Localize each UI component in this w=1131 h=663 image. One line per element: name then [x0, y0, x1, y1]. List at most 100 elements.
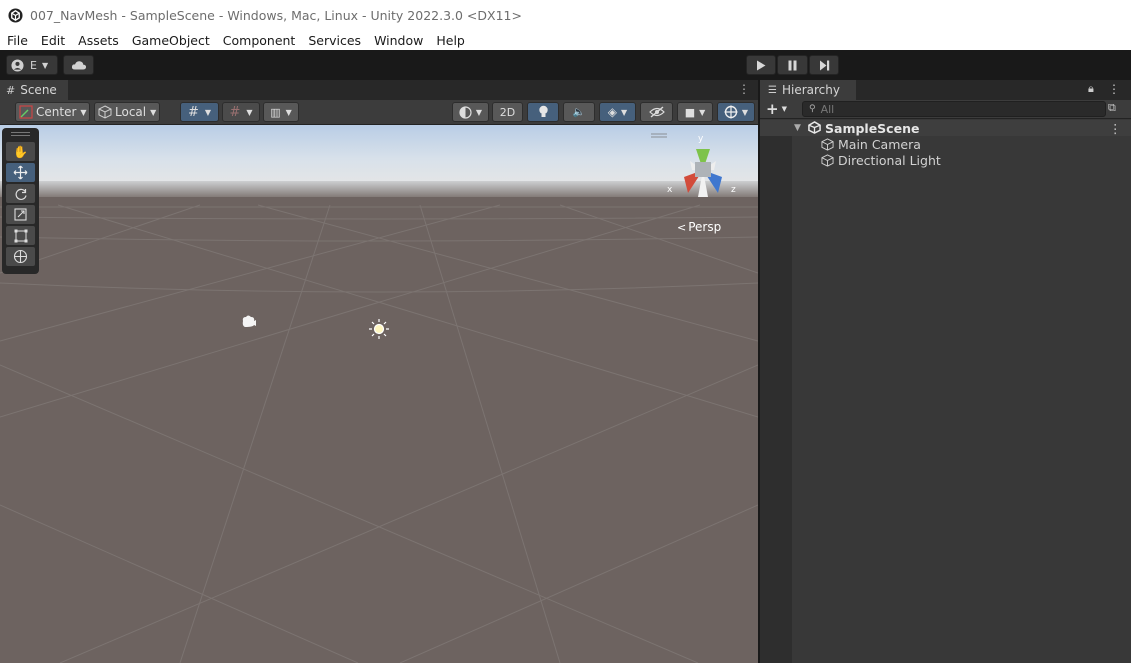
effects-layers-icon: ◈	[607, 105, 618, 119]
scene-row[interactable]: ▼ SampleScene ⋮	[760, 120, 1131, 136]
play-button[interactable]	[746, 55, 776, 75]
gizmos-dropdown[interactable]: ▼	[717, 102, 755, 122]
snap-toggle[interactable]: # ▼	[222, 102, 260, 122]
scale-tool-button[interactable]	[6, 205, 35, 224]
title-bar: 007_NavMesh - SampleScene - Windows, Mac…	[0, 0, 1131, 30]
search-placeholder: All	[820, 102, 835, 116]
menu-window[interactable]: Window	[367, 33, 429, 48]
perspective-chevron-icon: <	[677, 220, 687, 234]
more-options-icon[interactable]: ⋮	[1108, 82, 1120, 96]
hierarchy-search-input[interactable]: ⚲ All	[802, 101, 1106, 117]
lighting-toggle[interactable]	[527, 102, 559, 122]
gizmo-axis-y: y	[698, 134, 704, 144]
gameobject-cube-icon	[821, 138, 834, 151]
list-item[interactable]: Directional Light	[760, 152, 1131, 168]
object-name: Directional Light	[838, 152, 941, 168]
tools-drag-handle[interactable]	[11, 132, 30, 136]
pivot-label: Center	[36, 105, 77, 119]
scene-panel: # Scene ⋮ Center ▼ Local ▼ # ▼ # ▼ ▥ ▼ ▼…	[0, 80, 758, 663]
gizmo-axis-z: z	[731, 185, 736, 195]
tab-scene-label: Scene	[20, 83, 57, 97]
camera-dropdown[interactable]: ■ ▼	[677, 102, 713, 122]
play-icon	[757, 60, 766, 70]
gizmo-globe-icon	[724, 105, 738, 119]
pause-button[interactable]	[777, 55, 808, 75]
rotate-icon	[15, 188, 27, 200]
menu-assets[interactable]: Assets	[71, 33, 125, 48]
lightbulb-icon	[538, 105, 548, 117]
move-arrows-icon	[13, 165, 28, 180]
menu-file[interactable]: File	[0, 33, 34, 48]
grid-toggle[interactable]: # ▼	[180, 102, 219, 122]
mode-2d-toggle[interactable]: 2D	[492, 102, 523, 122]
lock-icon[interactable]: 🔒︎	[1088, 82, 1094, 96]
search-type-icon[interactable]: ⧉	[1108, 101, 1116, 115]
menu-bar: File Edit Assets GameObject Component Se…	[0, 30, 1131, 50]
space-dropdown[interactable]: Local ▼	[94, 102, 160, 122]
hierarchy-tab-strip: ☰ Hierarchy 🔒︎ ⋮	[760, 80, 1131, 100]
scale-icon	[14, 208, 27, 221]
list-icon: ☰	[768, 84, 777, 96]
tab-hierarchy-label: Hierarchy	[781, 83, 840, 97]
more-options-icon[interactable]: ⋮	[1109, 121, 1122, 136]
projection-toggle[interactable]: < Persp	[677, 220, 721, 234]
chevron-down-icon: ▼	[621, 107, 628, 117]
local-cube-icon	[98, 105, 112, 119]
hand-icon: ✋	[13, 144, 28, 159]
unity-logo-icon	[8, 7, 23, 23]
object-name: Main Camera	[838, 136, 921, 152]
projection-label: Persp	[688, 220, 722, 234]
account-icon	[11, 58, 24, 72]
rect-transform-icon	[14, 229, 27, 242]
window-title: 007_NavMesh - SampleScene - Windows, Mac…	[30, 7, 522, 23]
transform-combo-icon	[13, 249, 28, 264]
space-label: Local	[115, 105, 147, 119]
step-icon	[819, 60, 829, 70]
mode-2d-label: 2D	[499, 105, 516, 119]
chevron-down-icon: ▼	[781, 105, 787, 113]
rect-tool-button[interactable]	[6, 226, 35, 245]
chevron-down-icon: ▼	[699, 107, 706, 117]
tab-scene[interactable]: # Scene	[0, 80, 68, 100]
menu-gameobject[interactable]: GameObject	[125, 33, 216, 48]
shading-sphere-icon	[459, 105, 472, 119]
menu-edit[interactable]: Edit	[34, 33, 71, 48]
scene-tab-strip: # Scene ⋮	[0, 80, 758, 100]
tab-hierarchy[interactable]: ☰ Hierarchy	[760, 80, 856, 100]
menu-component[interactable]: Component	[216, 33, 302, 48]
search-icon: ⚲	[809, 104, 816, 114]
list-item[interactable]: Main Camera	[760, 136, 1131, 152]
cloud-icon	[71, 61, 86, 70]
effects-dropdown[interactable]: ◈ ▼	[599, 102, 636, 122]
camera-icon: ■	[684, 105, 696, 119]
visibility-toggle[interactable]	[640, 102, 673, 122]
draw-mode-dropdown[interactable]: ▼	[452, 102, 489, 122]
hierarchy-panel: ☰ Hierarchy 🔒︎ ⋮ + ▼ ⚲ All ⧉ ▼ SampleSce…	[760, 80, 1131, 663]
chevron-down-icon: ▼	[741, 107, 749, 117]
hand-tool-button[interactable]: ✋	[6, 142, 35, 161]
chevron-down-icon: ▼	[204, 107, 212, 117]
grid-icon: #	[187, 104, 199, 120]
tools-overlay: ✋	[2, 128, 39, 274]
unity-scene-icon	[808, 121, 821, 134]
more-options-icon[interactable]: ⋮	[738, 82, 750, 96]
chevron-down-icon: ▼	[285, 107, 292, 117]
pivot-dropdown[interactable]: Center ▼	[15, 102, 90, 122]
expand-arrow-icon[interactable]: ▼	[794, 123, 801, 133]
scene-viewport[interactable]: y x z < Persp ✋	[0, 125, 758, 663]
rotate-tool-button[interactable]	[6, 184, 35, 203]
account-dropdown[interactable]: E ▼	[6, 55, 58, 75]
scene-toolbar: Center ▼ Local ▼ # ▼ # ▼ ▥ ▼ ▼ 2D 🔈 ◈ ▼ …	[0, 100, 758, 125]
chevron-down-icon: ▼	[150, 107, 157, 117]
audio-toggle[interactable]: 🔈	[563, 102, 595, 122]
cloud-button[interactable]	[63, 55, 94, 75]
move-tool-button[interactable]	[6, 163, 35, 182]
plus-icon: +	[766, 100, 779, 118]
pause-icon	[788, 60, 797, 70]
increment-snap-dropdown[interactable]: ▥ ▼	[263, 102, 299, 122]
menu-help[interactable]: Help	[429, 33, 471, 48]
menu-services[interactable]: Services	[301, 33, 367, 48]
transform-tool-button[interactable]	[6, 247, 35, 266]
step-button[interactable]	[809, 55, 839, 75]
create-dropdown[interactable]: + ▼	[766, 100, 792, 118]
